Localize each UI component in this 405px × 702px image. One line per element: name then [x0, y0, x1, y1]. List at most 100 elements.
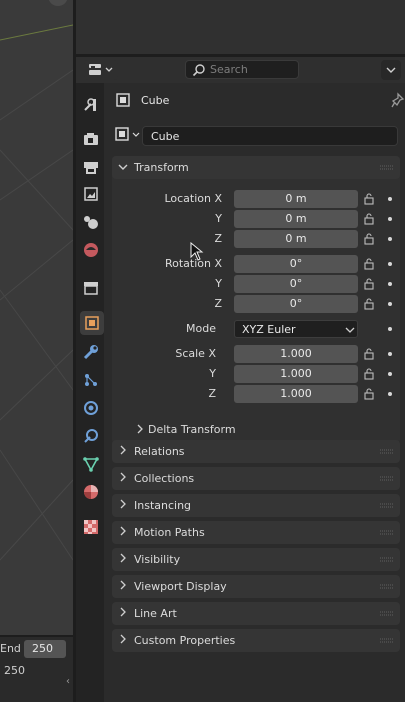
drag-handle-icon[interactable]: [380, 449, 394, 454]
rotation-y-label: Y: [215, 277, 222, 290]
rotation-mode-select[interactable]: XYZ Euler: [234, 320, 358, 338]
rotation-z-label: Z: [214, 297, 222, 310]
rotation-x-label: Rotation X: [164, 257, 222, 270]
section-title: Line Art: [134, 607, 177, 620]
section-title: Viewport Display: [134, 580, 227, 593]
rotation-x-field[interactable]: 0°: [234, 255, 358, 273]
object-icon[interactable]: [80, 311, 104, 335]
rotation-z-field[interactable]: 0°: [234, 295, 358, 313]
keyframe-dot-icon[interactable]: [388, 392, 392, 396]
data-icon[interactable]: [81, 454, 101, 474]
drag-handle-icon[interactable]: [380, 530, 394, 535]
lock-icon[interactable]: [364, 368, 376, 380]
editor-type-button[interactable]: [84, 60, 118, 80]
transform-section-header[interactable]: Transform: [112, 156, 400, 179]
scale-x-field[interactable]: 1.000: [234, 345, 358, 363]
scale-z-field[interactable]: 1.000: [234, 385, 358, 403]
keyframe-dot-icon[interactable]: [388, 217, 392, 221]
object-icon: [116, 93, 130, 107]
lock-icon[interactable]: [364, 388, 376, 400]
drag-handle-icon[interactable]: [380, 638, 394, 643]
drag-handle-icon[interactable]: [380, 165, 394, 170]
3d-viewport[interactable]: [0, 0, 73, 635]
search-input[interactable]: Search: [185, 60, 299, 79]
drag-handle-icon[interactable]: [380, 584, 394, 589]
world-icon[interactable]: [81, 240, 101, 260]
location-x-field[interactable]: 0 m: [234, 190, 358, 208]
section-title: Instancing: [134, 499, 192, 512]
chevron-down-icon: [386, 67, 396, 73]
keyframe-dot-icon[interactable]: [388, 327, 392, 331]
visibility-section[interactable]: Visibility: [112, 548, 400, 571]
collections-section[interactable]: Collections: [112, 467, 400, 490]
object-type-selector[interactable]: [112, 125, 142, 148]
mouse-cursor-icon: [190, 242, 204, 261]
scale-x-label: Scale X: [175, 347, 216, 360]
modifier-icon[interactable]: [81, 342, 101, 362]
keyframe-dot-icon[interactable]: [388, 302, 392, 306]
lock-icon[interactable]: [364, 258, 376, 270]
lock-icon[interactable]: [364, 298, 376, 310]
chevron-down-icon: [345, 327, 355, 333]
instancing-section[interactable]: Instancing: [112, 494, 400, 517]
motion-paths-section[interactable]: Motion Paths: [112, 521, 400, 544]
search-icon: [192, 64, 205, 77]
keyframe-dot-icon[interactable]: [388, 262, 392, 266]
top-editor-area: [76, 0, 405, 54]
end-frame-field[interactable]: 250: [24, 640, 66, 658]
lock-icon[interactable]: [364, 233, 376, 245]
lock-icon[interactable]: [364, 213, 376, 225]
object-name-field[interactable]: Cube: [142, 126, 398, 146]
texture-icon[interactable]: [81, 517, 101, 537]
location-z-label: Z: [214, 232, 222, 245]
collection-icon[interactable]: [81, 278, 101, 298]
constraints-icon[interactable]: [81, 426, 101, 446]
location-y-label: Y: [215, 212, 222, 225]
lock-icon[interactable]: [364, 348, 376, 360]
options-dropdown[interactable]: [381, 60, 401, 80]
drag-handle-icon[interactable]: [380, 476, 394, 481]
chevron-left-icon[interactable]: ‹: [66, 676, 74, 690]
transform-panel: Transform Location X 0 m Y 0 m Z 0 m Rot…: [112, 156, 400, 444]
scene-icon[interactable]: [81, 212, 101, 232]
lock-icon[interactable]: [364, 193, 376, 205]
line-art-section[interactable]: Line Art: [112, 602, 400, 625]
location-z-field[interactable]: 0 m: [234, 230, 358, 248]
view-layer-icon[interactable]: [81, 184, 101, 204]
particles-icon[interactable]: [81, 370, 101, 390]
section-title: Visibility: [134, 553, 181, 566]
chevron-down-icon: [118, 164, 128, 170]
render-icon[interactable]: [81, 129, 101, 149]
keyframe-dot-icon[interactable]: [388, 372, 392, 376]
custom-properties-section[interactable]: Custom Properties: [112, 629, 400, 652]
object-type-icon: [115, 127, 140, 141]
search-placeholder: Search: [210, 63, 248, 76]
keyframe-dot-icon[interactable]: [388, 237, 392, 241]
chevron-right-icon: [137, 424, 143, 434]
current-frame-label: 250: [4, 664, 25, 677]
scale-y-field[interactable]: 1.000: [234, 365, 358, 383]
delta-transform-subpanel[interactable]: Delta Transform: [132, 421, 332, 439]
drag-handle-icon[interactable]: [380, 557, 394, 562]
editor-type-icon: [89, 64, 113, 75]
object-context-row: Cube: [112, 91, 405, 111]
rotation-y-field[interactable]: 0°: [234, 275, 358, 293]
location-y-field[interactable]: 0 m: [234, 210, 358, 228]
pin-icon[interactable]: [391, 92, 405, 108]
drag-handle-icon[interactable]: [380, 503, 394, 508]
keyframe-dot-icon[interactable]: [388, 197, 392, 201]
lock-icon[interactable]: [364, 278, 376, 290]
tool-icon[interactable]: [81, 95, 101, 115]
material-icon[interactable]: [81, 482, 101, 502]
chevron-right-icon: [120, 580, 126, 590]
keyframe-dot-icon[interactable]: [388, 352, 392, 356]
chevron-right-icon: [120, 472, 126, 482]
chevron-right-icon: [120, 526, 126, 536]
physics-icon[interactable]: [81, 398, 101, 418]
keyframe-dot-icon[interactable]: [388, 282, 392, 286]
viewport-display-section[interactable]: Viewport Display: [112, 575, 400, 598]
rotation-mode-label: Mode: [186, 322, 216, 335]
output-icon[interactable]: [81, 157, 101, 177]
drag-handle-icon[interactable]: [380, 611, 394, 616]
relations-section[interactable]: Relations: [112, 440, 400, 463]
